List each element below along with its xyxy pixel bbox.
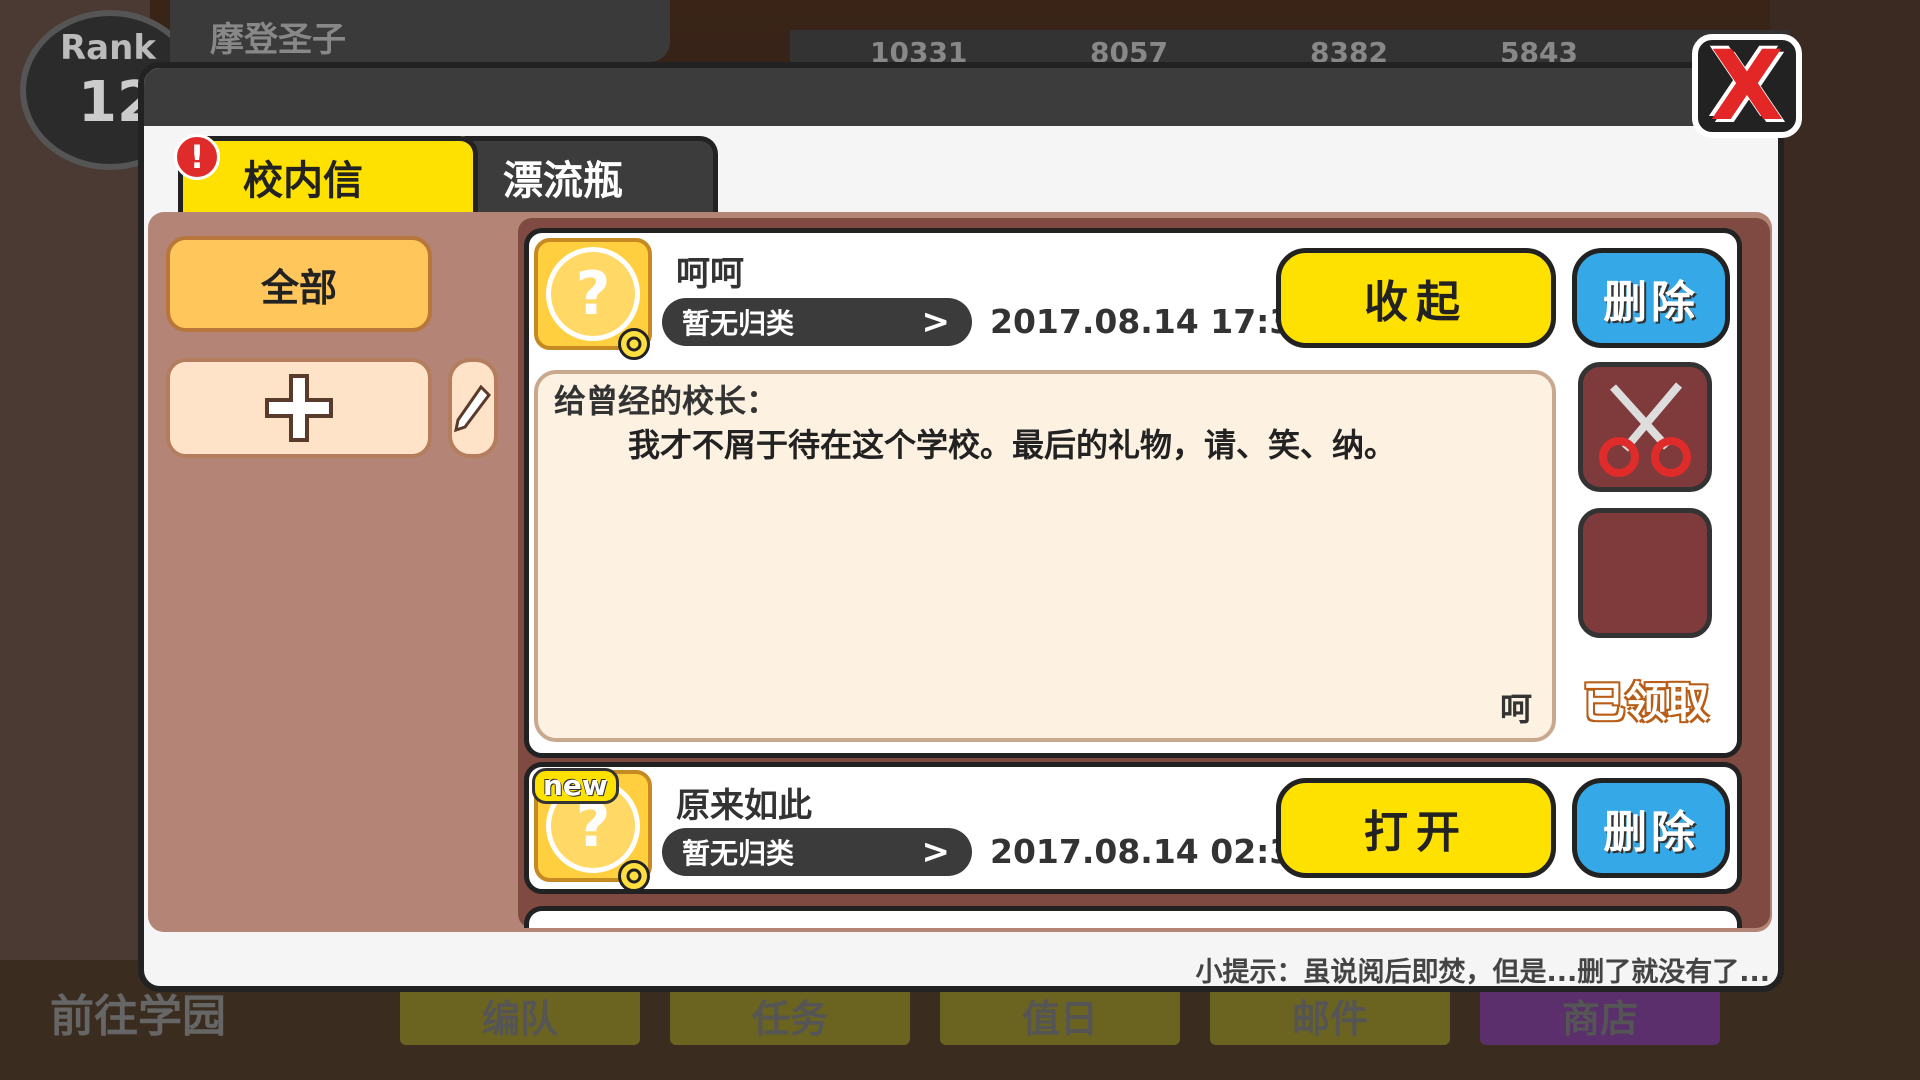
dialog-header [144, 68, 1778, 126]
sender-name: 呵呵 [676, 254, 744, 294]
nav-team-button[interactable]: 编队 [400, 985, 640, 1045]
sync-icon [618, 328, 650, 360]
goto-school-button[interactable]: 前往学园 [0, 980, 320, 1060]
scissors-icon [1599, 382, 1691, 477]
nav-task-button[interactable]: 任务 [670, 985, 910, 1045]
player-name: 摩登圣子 [210, 20, 346, 60]
sender-name: 原来如此 [676, 786, 812, 826]
category-label: 暂无归类 [682, 307, 795, 340]
claimed-label: 已领取 [1582, 677, 1709, 727]
edit-category-button[interactable] [448, 358, 498, 458]
tab-label: 校内信 [243, 157, 363, 204]
delete-button[interactable]: 删除 [1572, 248, 1730, 348]
category-selector[interactable]: 暂无归类 > [662, 828, 972, 876]
letter-greeting: 给曾经的校长： [554, 382, 779, 420]
plus-icon [265, 374, 333, 442]
message-date: 2017.08.14 17:30 [990, 302, 1316, 341]
tab-school-mail[interactable]: 校内信 [178, 136, 478, 212]
chevron-right-icon: > [921, 302, 951, 342]
nav-duty-button[interactable]: 值日 [940, 985, 1180, 1045]
sync-icon [618, 860, 650, 892]
attachment-slot[interactable] [1578, 362, 1712, 492]
tip-text: 小提示：虽说阅后即焚，但是...删了就没有了... [1195, 957, 1770, 988]
close-icon: X [1709, 30, 1784, 142]
add-category-button[interactable] [166, 358, 432, 458]
delete-button[interactable]: 删除 [1572, 778, 1730, 878]
attachment-slot-empty [1578, 508, 1712, 638]
letter-signature: 呵 [1500, 690, 1533, 728]
close-button[interactable]: X [1692, 34, 1802, 138]
question-mark-icon: ? [546, 247, 640, 341]
alert-icon: ! [174, 134, 220, 180]
new-badge: new [532, 768, 619, 804]
category-selector[interactable]: 暂无归类 > [662, 298, 972, 346]
mail-card-partial [524, 906, 1742, 928]
rank-label: Rank [60, 28, 156, 68]
background-right-panel [1770, 0, 1920, 1080]
chevron-right-icon: > [921, 832, 951, 872]
collapse-button[interactable]: 收起 [1276, 248, 1556, 348]
pencil-icon [454, 384, 491, 433]
category-all-button[interactable]: 全部 [166, 236, 432, 332]
tab-label: 漂流瓶 [503, 157, 623, 204]
nav-mail-button[interactable]: 邮件 [1210, 985, 1450, 1045]
letter-body: 我才不屑于待在这个学校。最后的礼物，请、笑、纳。 [628, 426, 1397, 464]
open-button[interactable]: 打开 [1276, 778, 1556, 878]
category-label: 暂无归类 [682, 837, 795, 870]
tab-drift-bottle[interactable]: 漂流瓶 [448, 136, 718, 212]
nav-shop-button[interactable]: 商店 [1480, 985, 1720, 1045]
message-date: 2017.08.14 02:30 [990, 832, 1316, 871]
